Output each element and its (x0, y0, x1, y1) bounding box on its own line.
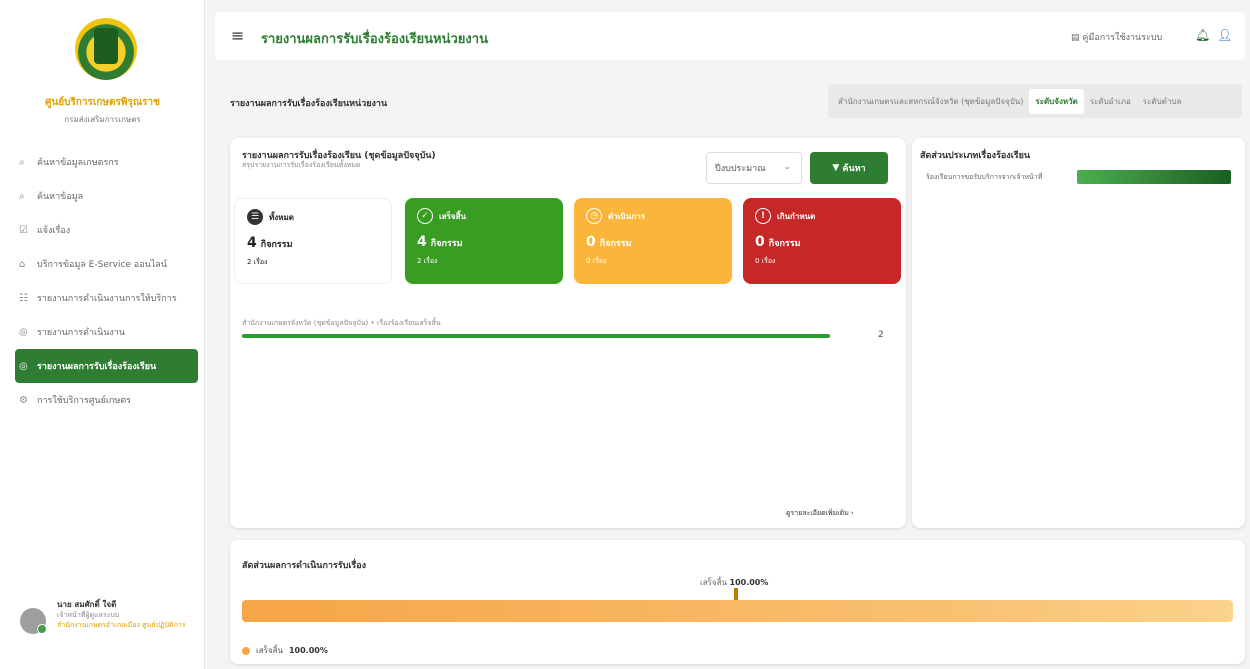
card-title: สัดส่วนผลการดำเนินการรับเรื่อง (242, 561, 367, 571)
card-title: สัดส่วนประเภทเรื่องร้องเรียน (920, 151, 1031, 161)
complaint-type-card: สัดส่วนประเภทเรื่องร้องเรียน ร้องเรียนกา… (912, 138, 1245, 528)
tab-province[interactable]: ระดับจังหวัด (1029, 88, 1084, 114)
list-icon: ☰ (247, 209, 263, 225)
sidebar-item-label: แจ้งเรื่อง (37, 226, 71, 236)
stat-value: 4 (247, 235, 257, 251)
search-icon: ⌕ (19, 190, 25, 202)
search-icon: ⌕ (19, 156, 25, 168)
settings-icon: ⚙ (19, 394, 28, 406)
sidebar-nav: ⌕ ค้นหาข้อมูลเกษตรกร ⌕ ค้นหาข้อมูล ☑ แจ้งเร… (15, 145, 198, 417)
filter-button-label: ค้นหา (842, 164, 866, 174)
link-icon: ⌂ (19, 258, 26, 270)
ratio-marker-value: 100.00% (729, 578, 769, 587)
progress-count: 2 (878, 330, 884, 340)
chevron-down-icon: ⌄ (783, 162, 791, 172)
sidebar-item-label: รายงานการดำเนินงาน (37, 328, 125, 338)
legend-dot (242, 646, 250, 655)
sidebar-item-center-usage[interactable]: ⚙ การใช้บริการศูนย์เกษตร (15, 383, 198, 417)
stat-unit: กิจกรรม (768, 239, 801, 249)
book-icon: ▤ (1071, 33, 1083, 43)
hamburger-menu-icon[interactable]: ≡ (231, 26, 244, 45)
report-icon: ◎ (19, 326, 28, 338)
ratio-legend: เสร็จสิ้น 100.00% (242, 644, 328, 657)
sidebar-item-operation-report[interactable]: ◎ รายงานการดำเนินงาน (15, 315, 198, 349)
sidebar-item-farmer-search[interactable]: ⌕ ค้นหาข้อมูลเกษตรกร (15, 145, 198, 179)
sidebar-item-label: ค้นหาข้อมูลเกษตรกร (37, 158, 119, 168)
breadcrumb: รายงานผลการรับเรื่องร้องเรียนหน่วยงาน (230, 99, 388, 109)
year-select-value: ปีงบประมาณ (715, 164, 766, 174)
stat-card-pending[interactable]: ◷ ดำเนินการ 0 กิจกรรม 0 เรื่อง (574, 198, 732, 284)
sidebar-item-label: การใช้บริการศูนย์เกษตร (37, 396, 131, 406)
user-icon[interactable]: 👤︎ (1217, 28, 1232, 42)
sidebar-item-service-report[interactable]: ☷ รายงานการดำเนินงานการให้บริการ (15, 281, 198, 315)
result-ratio-card: สัดส่วนผลการดำเนินการรับเรื่อง เสร็จสิ้น… (230, 540, 1245, 664)
stat-card-overdue[interactable]: ! เกินกำหนด 0 กิจกรรม 0 เรื่อง (743, 198, 901, 284)
progress-label: สำนักงานเกษตรจังหวัด (ชุดข้อมูลปัจจุบัน)… (242, 319, 441, 327)
user-profile[interactable]: นาย สมศักดิ์ ใจดี เจ้าหน้าที่ผู้ดูแลระบบ… (15, 590, 200, 650)
avatar (20, 608, 47, 634)
stat-label: เสร็จสิ้น (439, 211, 466, 221)
filter-button[interactable]: ▼ ค้นหา (810, 152, 888, 184)
stat-value: 0 (586, 234, 596, 250)
sidebar: ศูนย์บริการเกษตรพิรุณราช กรมส่งเสริมการเ… (0, 0, 205, 669)
card-subtitle: สรุปรายงานการรับเรื่องร้องเรียนทั้งหมด (242, 161, 361, 169)
sidebar-item-report-issue[interactable]: ☑ แจ้งเรื่อง (15, 213, 198, 247)
form-icon: ☑ (19, 224, 28, 236)
top-bar: ≡ รายงานผลการรับเรื่องร้องเรียนหน่วยงาน … (215, 12, 1245, 60)
more-details-link[interactable]: ดูรายละเอียดเพิ่มเติม › (786, 508, 854, 519)
level-tabs: สำนักงานเกษตรและสหกรณ์จังหวัด (ชุดข้อมูล… (828, 84, 1242, 118)
org-name: ศูนย์บริการเกษตรพิรุณราช (45, 97, 160, 108)
bell-icon[interactable]: 🔔︎ (1195, 28, 1210, 42)
alert-icon: ! (755, 208, 771, 224)
stat-count: 0 เรื่อง (586, 257, 607, 265)
stat-count: 0 เรื่อง (755, 257, 776, 265)
stat-unit: กิจกรรม (260, 240, 293, 250)
org-subtitle: กรมส่งเสริมการเกษตร (64, 115, 141, 124)
filter-icon: ▼ (832, 163, 843, 173)
stat-count: 2 เรื่อง (417, 257, 438, 265)
manual-label: คู่มือการใช้งานระบบ (1082, 33, 1163, 43)
stat-label: เกินกำหนด (777, 211, 816, 221)
list-icon: ☷ (19, 292, 28, 304)
legend-value: 100.00% (288, 646, 328, 655)
type-label: ร้องเรียนการขอรับบริการจากเจ้าหน้าที่ (926, 173, 1043, 181)
org-logo (75, 18, 137, 80)
manual-link[interactable]: ▤ คู่มือการใช้งานระบบ (1071, 30, 1162, 44)
progress-bar-fill (242, 334, 830, 338)
type-bar (1077, 170, 1231, 184)
sidebar-item-label: รายงานผลการรับเรื่องร้องเรียน (37, 362, 157, 372)
sidebar-item-complaint-report[interactable]: ◎ รายงานผลการรับเรื่องร้องเรียน (15, 349, 198, 383)
year-select[interactable]: ปีงบประมาณ ⌄ (706, 152, 802, 184)
stat-card-all[interactable]: ☰ ทั้งหมด 4 กิจกรรม 2 เรื่อง (234, 198, 392, 284)
tab-district[interactable]: ระดับอำเภอ (1084, 89, 1137, 114)
stat-unit: กิจกรรม (599, 239, 632, 249)
sidebar-item-label: บริการข้อมูล E-Service ออนไลน์ (37, 260, 167, 270)
stat-count: 2 เรื่อง (247, 258, 268, 266)
report-icon: ◎ (19, 360, 28, 372)
stat-card-done[interactable]: ✓ เสร็จสิ้น 4 กิจกรรม 2 เรื่อง (405, 198, 563, 284)
type-bar-fill (1077, 170, 1231, 184)
sidebar-item-label: ค้นหาข้อมูล (37, 192, 84, 202)
user-org: สำนักงานเกษตรอำเภอเมือง ศูนย์ปฏิบัติการ (57, 621, 186, 629)
sidebar-item-label: รายงานการดำเนินงานการให้บริการ (37, 294, 177, 304)
tab-province-office[interactable]: สำนักงานเกษตรและสหกรณ์จังหวัด (ชุดข้อมูล… (832, 89, 1029, 114)
complaint-summary-card: รายงานผลการรับเรื่องร้องเรียน (ชุดข้อมูล… (230, 138, 906, 528)
ratio-marker-text: เสร็จสิ้น (700, 578, 727, 587)
ratio-bar (242, 600, 1233, 622)
sidebar-item-eservice[interactable]: ⌂ บริการข้อมูล E-Service ออนไลน์ (15, 247, 198, 281)
stat-value: 4 (417, 234, 427, 250)
page-title: รายงานผลการรับเรื่องร้องเรียนหน่วยงาน (261, 32, 488, 47)
legend-label: เสร็จสิ้น (256, 646, 283, 655)
clock-icon: ◷ (586, 208, 602, 224)
sidebar-item-search[interactable]: ⌕ ค้นหาข้อมูล (15, 179, 198, 213)
check-icon: ✓ (417, 208, 433, 224)
stat-label: ทั้งหมด (269, 212, 294, 222)
stat-label: ดำเนินการ (608, 211, 645, 221)
stat-value: 0 (755, 234, 765, 250)
tab-subdistrict[interactable]: ระดับตำบล (1137, 89, 1188, 114)
progress-bar (242, 334, 830, 338)
stat-unit: กิจกรรม (430, 239, 463, 249)
